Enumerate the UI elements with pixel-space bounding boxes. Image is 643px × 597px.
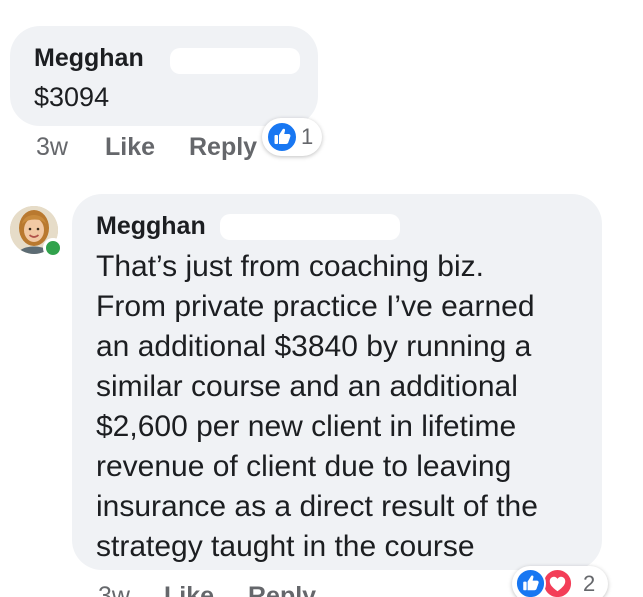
reaction-count: 1: [301, 124, 314, 149]
comment-text: $3094: [34, 82, 110, 112]
like-icon: [515, 568, 546, 597]
comment-author[interactable]: Megghan: [96, 212, 206, 241]
like-icon: [266, 121, 298, 153]
comment-text-line: From private practice I’ve earned: [96, 290, 535, 323]
comment-thread: Megghan $3094 3w Like Reply 1 Megghan Th…: [0, 0, 643, 597]
comment-text-line: similar course and an additional: [96, 370, 518, 403]
comment-text-line: strategy taught in the course: [96, 530, 475, 563]
comment-text-line: insurance as a direct result of the: [96, 490, 538, 523]
comment-timestamp[interactable]: 3w: [36, 133, 68, 162]
comment-text-line: That’s just from coaching biz.: [96, 250, 484, 283]
comment-text-line: $2,600 per new client in lifetime: [96, 410, 517, 443]
comment-bubble: Megghan $3094: [10, 26, 318, 126]
reply-button[interactable]: Reply: [248, 582, 316, 597]
reaction-count: 2: [583, 571, 596, 596]
redacted-surname: [170, 48, 300, 74]
comment-timestamp[interactable]: 3w: [98, 582, 130, 597]
like-button[interactable]: Like: [105, 133, 155, 162]
online-status-indicator: [43, 238, 63, 258]
redacted-surname: [220, 214, 400, 240]
comment-text: That’s just from coaching biz. From priv…: [96, 247, 591, 567]
reaction-summary[interactable]: 1: [262, 118, 322, 156]
comment-text-line: an additional $3840 by running a: [96, 330, 532, 363]
like-button[interactable]: Like: [164, 582, 214, 597]
love-icon: [542, 568, 573, 597]
comment-bubble: Megghan That’s just from coaching biz. F…: [72, 194, 602, 570]
comment-text-line: revenue of client due to leaving: [96, 450, 512, 483]
reply-button[interactable]: Reply: [189, 133, 257, 162]
reaction-summary[interactable]: 2: [512, 566, 608, 597]
comment-author[interactable]: Megghan: [34, 44, 144, 73]
